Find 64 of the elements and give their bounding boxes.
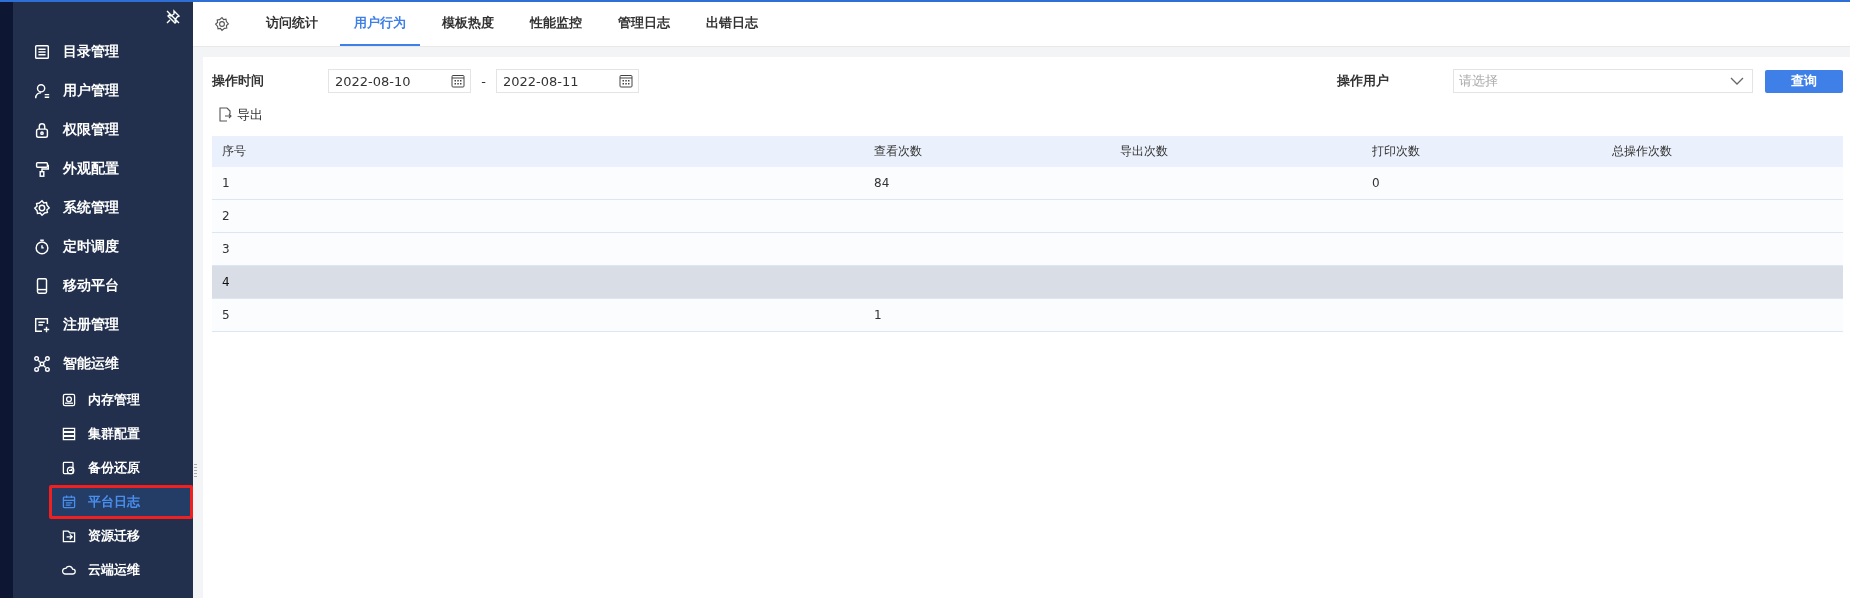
tab[interactable]: 管理日志 [604, 2, 684, 46]
calendar-icon [61, 494, 77, 510]
chevron-down-icon [1730, 77, 1744, 85]
calendar-icon[interactable] [451, 74, 465, 88]
sidebar-subitem[interactable]: 内存管理 [13, 383, 193, 417]
sidebar-item[interactable]: 外观配置 [13, 149, 193, 188]
user-label: 操作用户 [1337, 72, 1390, 90]
sidebar-item[interactable]: 智能运维 [13, 344, 193, 383]
export-file-icon [218, 107, 232, 122]
sidebar-item[interactable]: 权限管理 [13, 110, 193, 149]
sidebar-subitem[interactable]: 集群配置 [13, 417, 193, 451]
table-cell: 4 [222, 275, 230, 289]
user-icon [33, 81, 51, 100]
network-icon [33, 354, 51, 373]
table-cell: 0 [1372, 176, 1380, 190]
tab[interactable]: 模板热度 [428, 2, 508, 46]
sidebar-item[interactable]: 注册管理 [13, 305, 193, 344]
table-cell: 5 [222, 308, 230, 322]
table-cell: 84 [874, 176, 890, 190]
column-header: 序号 [222, 144, 246, 158]
sidebar-subitem[interactable]: 备份还原 [13, 451, 193, 485]
folder-arrow-icon [61, 528, 77, 544]
date-field[interactable]: 2022-08-10 [328, 69, 471, 93]
tab[interactable]: 性能监控 [516, 2, 596, 46]
query-button[interactable]: 查询 [1765, 69, 1843, 93]
sidebar-item[interactable]: 移动平台 [13, 266, 193, 305]
table-row[interactable]: 1 84 0 [212, 167, 1843, 200]
sidebar-item[interactable]: 定时调度 [13, 227, 193, 266]
tab[interactable]: 出错日志 [692, 2, 772, 46]
table-row[interactable]: 3 [212, 233, 1843, 266]
range-separator: - [480, 73, 487, 89]
gear-icon [33, 198, 51, 217]
settings-icon[interactable] [214, 16, 230, 32]
backup-icon [61, 460, 77, 476]
table-row[interactable]: 2 [212, 200, 1843, 233]
lock-icon [33, 120, 51, 139]
table-row[interactable]: 5 1 [212, 299, 1843, 332]
calendar-icon[interactable] [619, 74, 633, 88]
unpin-icon[interactable] [165, 9, 181, 25]
sidebar-subitem[interactable]: 资源迁移 [13, 519, 193, 553]
sidebar-item[interactable]: 系统管理 [13, 188, 193, 227]
date-field[interactable]: 2022-08-11 [496, 69, 639, 93]
paint-roller-icon [33, 159, 51, 178]
column-header: 查看次数 [874, 144, 922, 158]
table-cell: 2 [222, 209, 230, 223]
column-header: 总操作次数 [1612, 144, 1672, 158]
column-header: 打印次数 [1372, 144, 1420, 158]
table-cell: 3 [222, 242, 230, 256]
tab[interactable]: 用户行为 [340, 2, 420, 46]
resize-handle[interactable] [194, 464, 197, 478]
sidebar-item[interactable]: 用户管理 [13, 71, 193, 110]
column-header: 导出次数 [1120, 144, 1168, 158]
table-row[interactable]: 4 [212, 266, 1843, 299]
table-cell: 1 [222, 176, 230, 190]
sidebar-subitem[interactable]: 云端运维 [13, 553, 193, 587]
export-button[interactable]: 导出 [218, 105, 263, 124]
form-icon [33, 315, 51, 334]
time-label: 操作时间 [212, 72, 265, 90]
table-cell: 1 [874, 308, 882, 322]
sidebar-item[interactable]: 目录管理 [13, 32, 193, 71]
stopwatch-icon [33, 237, 51, 256]
tab[interactable]: 访问统计 [252, 2, 332, 46]
list-icon [33, 42, 51, 61]
server-icon [61, 426, 77, 442]
